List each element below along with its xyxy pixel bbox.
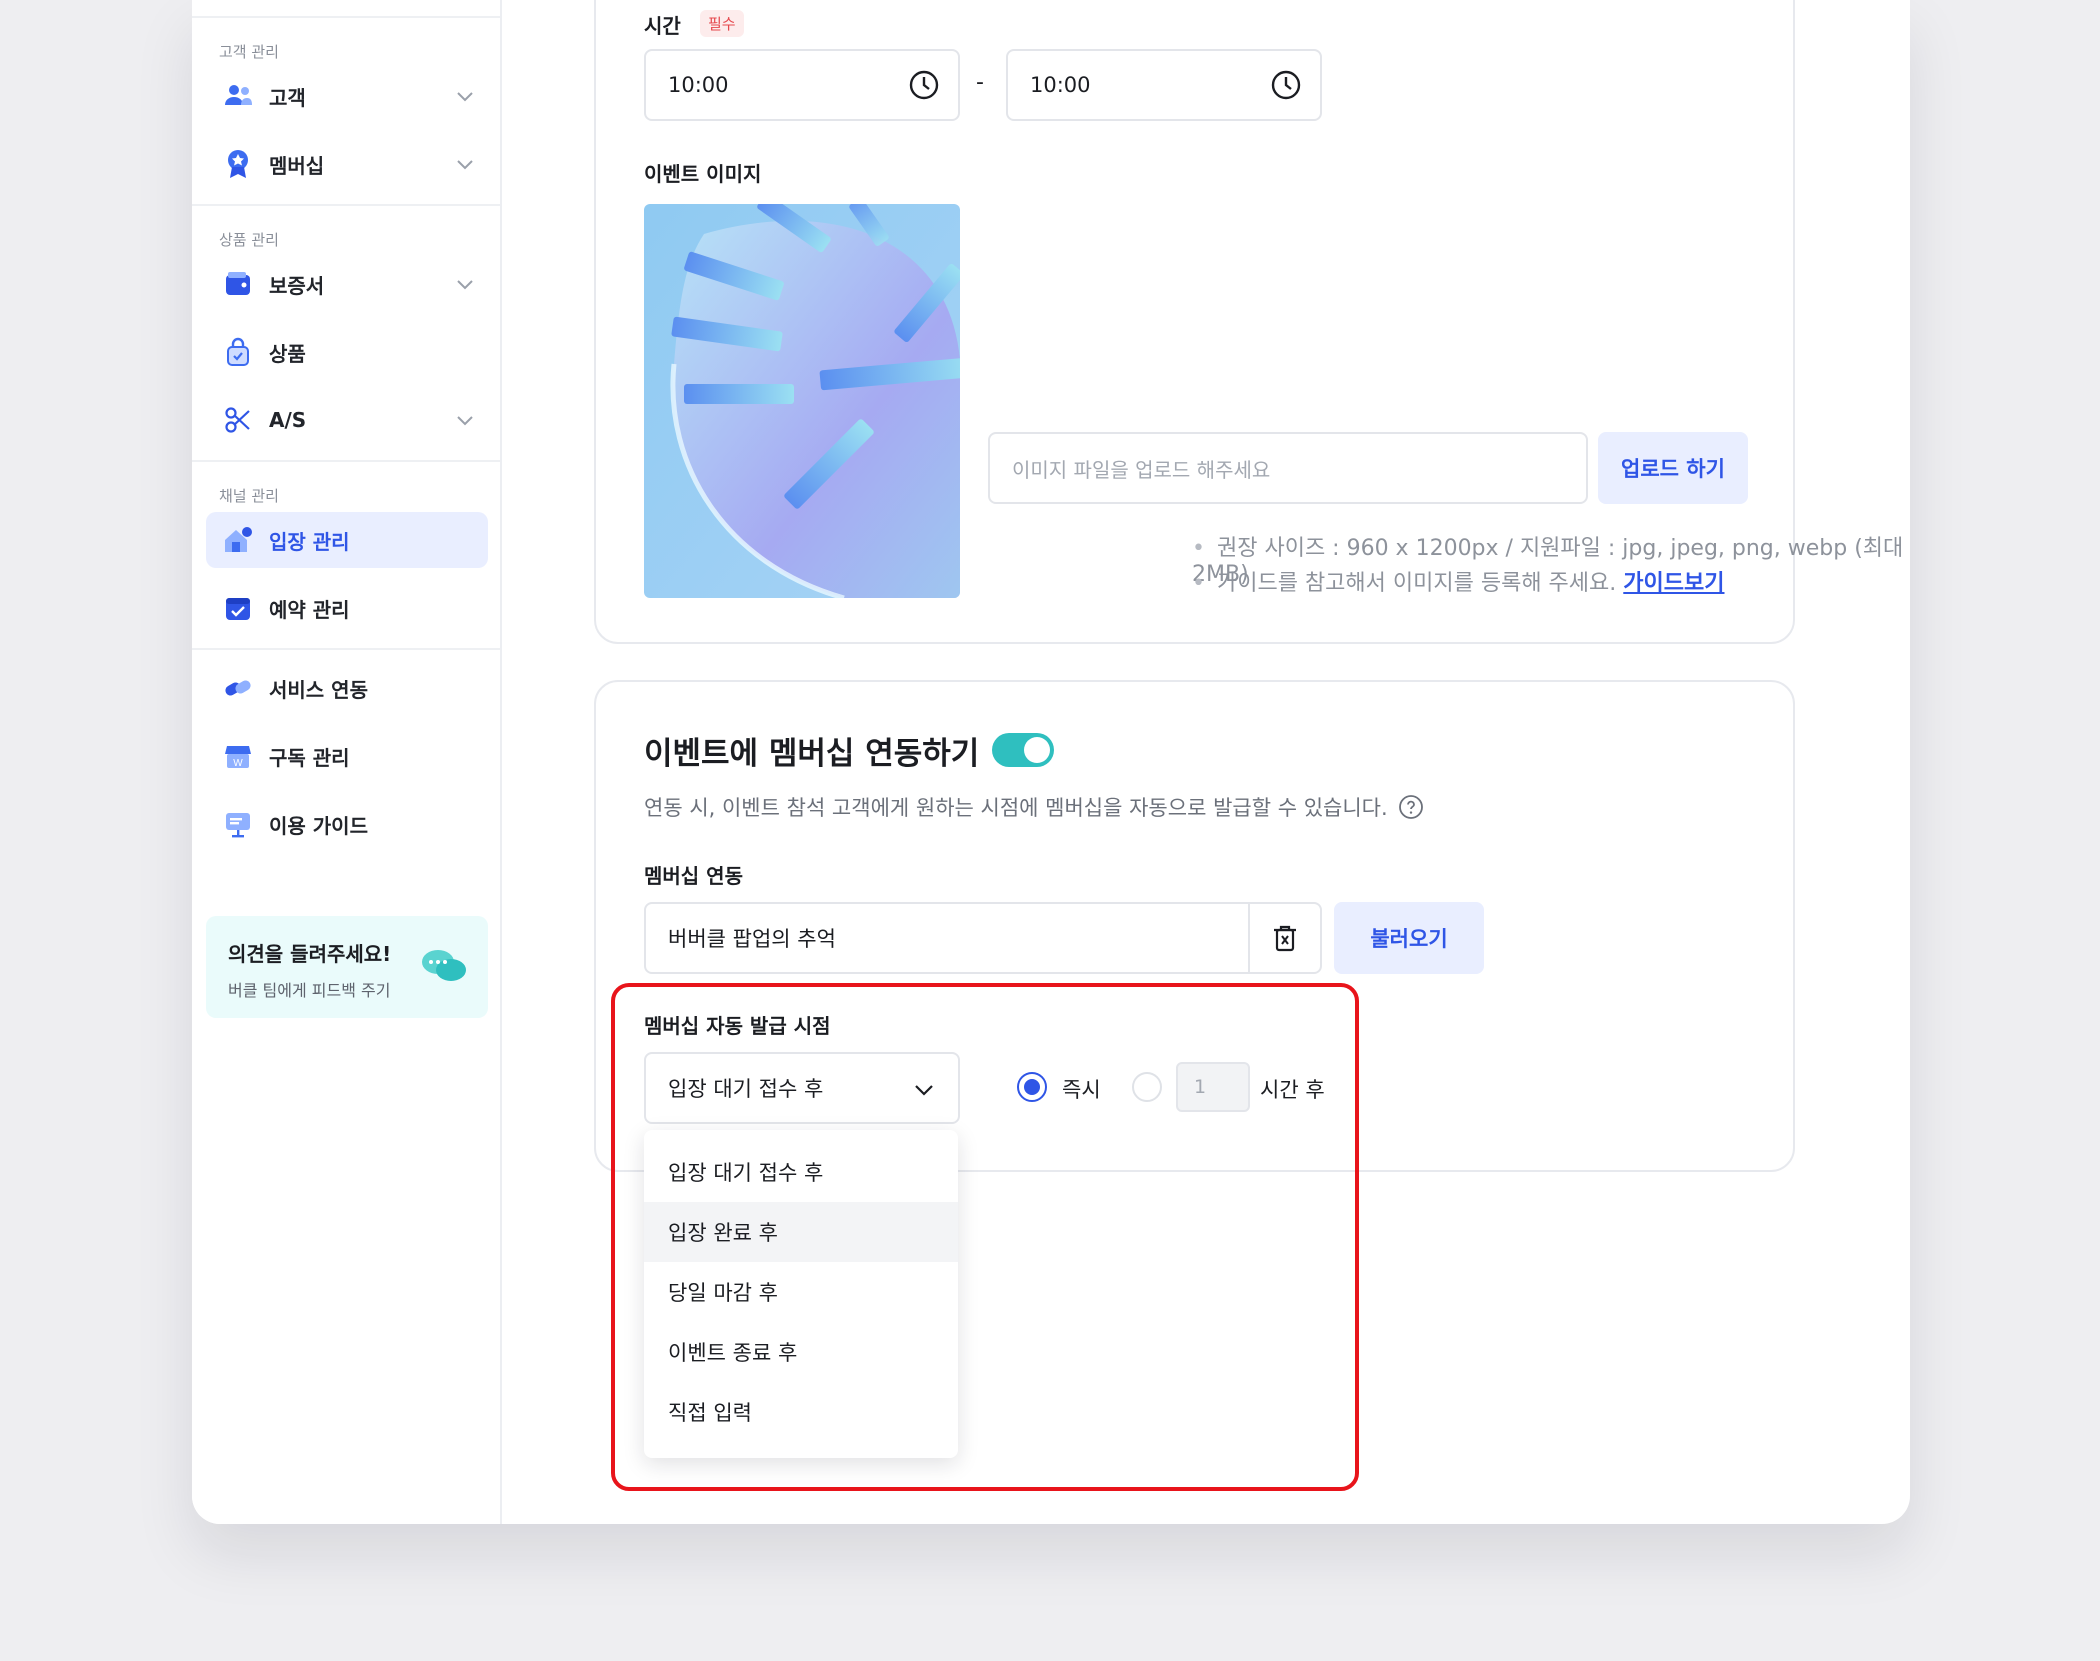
help-icon[interactable] bbox=[1398, 794, 1424, 820]
sidebar-item-service-link[interactable]: 서비스 연동 bbox=[206, 660, 488, 716]
sidebar-item-label: 구독 관리 bbox=[269, 745, 350, 770]
trash-icon bbox=[1274, 925, 1296, 952]
feedback-card[interactable]: 의견을 들려주세요! 버클 팀에게 피드백 주기 bbox=[206, 916, 488, 1018]
chevron-down-icon bbox=[457, 92, 473, 102]
dropdown-option[interactable]: 입장 대기 접수 후 bbox=[644, 1142, 958, 1202]
guide-link[interactable]: 가이드보기 bbox=[1623, 571, 1724, 596]
required-badge: 필수 bbox=[700, 10, 744, 37]
event-image-preview bbox=[644, 204, 960, 598]
store-icon: W bbox=[223, 741, 253, 771]
clock-icon bbox=[909, 70, 939, 100]
sidebar-item-entry[interactable]: 입장 관리 bbox=[206, 512, 488, 568]
dropdown-option[interactable]: 입장 완료 후 bbox=[644, 1202, 958, 1262]
sidebar-item-warranty[interactable]: 보증서 bbox=[206, 256, 488, 312]
delete-membership-button[interactable] bbox=[1248, 904, 1320, 972]
end-time-value: 10:00 bbox=[1030, 73, 1091, 97]
radio-hours-after[interactable] bbox=[1132, 1072, 1162, 1102]
sidebar-item-label: 예약 관리 bbox=[269, 597, 350, 622]
sidebar-item-label: 고객 bbox=[269, 85, 306, 110]
issue-timing-label: 멤버십 자동 발급 시점 bbox=[644, 1014, 831, 1038]
customers-icon bbox=[223, 81, 253, 111]
guide-icon bbox=[223, 809, 253, 839]
wallet-icon bbox=[223, 269, 253, 299]
issue-timing-dropdown: 입장 대기 접수 후 입장 완료 후 당일 마감 후 이벤트 종료 후 직접 입… bbox=[644, 1130, 958, 1458]
sidebar-item-label: 서비스 연동 bbox=[269, 677, 368, 702]
scissors-icon bbox=[223, 405, 253, 435]
sidebar-item-membership[interactable]: 멤버십 bbox=[206, 136, 488, 192]
calendar-icon bbox=[223, 593, 253, 623]
radio-immediate[interactable] bbox=[1017, 1072, 1047, 1102]
dropdown-option[interactable]: 당일 마감 후 bbox=[644, 1262, 958, 1322]
hours-after-label: 시간 후 bbox=[1260, 1078, 1325, 1102]
sidebar-item-label: 멤버십 bbox=[269, 153, 325, 178]
hint-guide-text: 가이드를 참고해서 이미지를 등록해 주세요. bbox=[1216, 571, 1617, 596]
time-separator: - bbox=[976, 70, 984, 95]
dropdown-option[interactable]: 직접 입력 bbox=[644, 1382, 958, 1442]
sidebar-item-label: 상품 bbox=[269, 341, 306, 366]
sidebar-item-label: 보증서 bbox=[269, 273, 325, 298]
hint-guide: • 가이드를 참고해서 이미지를 등록해 주세요. 가이드보기 bbox=[1192, 571, 1725, 596]
chevron-down-icon bbox=[457, 160, 473, 170]
sidebar-item-label: A/S bbox=[269, 408, 307, 432]
chat-bubbles-icon bbox=[422, 950, 466, 981]
membership-link-label: 멤버십 연동 bbox=[644, 864, 743, 888]
divider bbox=[192, 16, 500, 18]
sidebar-item-customers[interactable]: 고객 bbox=[206, 68, 488, 124]
membership-badge-icon bbox=[223, 149, 253, 179]
sidebar-item-label: 이용 가이드 bbox=[269, 813, 368, 838]
link-icon bbox=[223, 673, 253, 703]
sidebar-section-product: 상품 관리 bbox=[219, 231, 279, 249]
start-time-input[interactable]: 10:00 bbox=[644, 49, 960, 121]
end-time-input[interactable]: 10:00 bbox=[1006, 49, 1322, 121]
time-label: 시간 bbox=[644, 14, 681, 38]
sidebar-item-as[interactable]: A/S bbox=[206, 392, 488, 448]
divider bbox=[192, 460, 500, 462]
linked-membership-field[interactable]: 버버클 팝업의 추억 bbox=[644, 902, 1322, 974]
svg-text:W: W bbox=[233, 758, 243, 769]
chevron-down-icon bbox=[457, 280, 473, 290]
event-image-label: 이벤트 이미지 bbox=[644, 162, 762, 186]
divider bbox=[192, 204, 500, 206]
sidebar-item-label: 입장 관리 bbox=[269, 529, 350, 554]
sidebar-section-channel: 채널 관리 bbox=[219, 487, 279, 505]
start-time-value: 10:00 bbox=[668, 73, 729, 97]
membership-description: 연동 시, 이벤트 참석 고객에게 원하는 시점에 멤버십을 자동으로 발급할 … bbox=[644, 792, 1424, 822]
load-membership-button[interactable]: 불러오기 bbox=[1334, 902, 1484, 974]
issue-timing-selected: 입장 대기 접수 후 bbox=[668, 1077, 824, 1101]
toggle-knob bbox=[1024, 737, 1050, 763]
divider bbox=[192, 648, 500, 650]
issue-timing-select[interactable]: 입장 대기 접수 후 bbox=[644, 1052, 960, 1124]
sidebar-item-reservation[interactable]: 예약 관리 bbox=[206, 580, 488, 636]
shopping-bag-icon bbox=[223, 337, 253, 367]
sidebar-item-guide[interactable]: 이용 가이드 bbox=[206, 796, 488, 852]
radio-immediate-label: 즉시 bbox=[1062, 1078, 1101, 1102]
chevron-down-icon bbox=[915, 1085, 933, 1096]
house-icon bbox=[223, 525, 253, 555]
app-window: 고객 관리 고객 멤버십 상품 관리 보증서 상품 A/S 채널 관리 입장 관… bbox=[192, 0, 1910, 1524]
sidebar: 고객 관리 고객 멤버십 상품 관리 보증서 상품 A/S 채널 관리 입장 관… bbox=[192, 0, 502, 1524]
sidebar-item-subscription[interactable]: W 구독 관리 bbox=[206, 728, 488, 784]
sidebar-item-product[interactable]: 상품 bbox=[206, 324, 488, 380]
upload-button[interactable]: 업로드 하기 bbox=[1598, 432, 1748, 504]
sidebar-section-customer: 고객 관리 bbox=[219, 43, 279, 61]
chevron-down-icon bbox=[457, 416, 473, 426]
membership-description-text: 연동 시, 이벤트 참석 고객에게 원하는 시점에 멤버십을 자동으로 발급할 … bbox=[644, 796, 1388, 820]
dropdown-option[interactable]: 이벤트 종료 후 bbox=[644, 1322, 958, 1382]
hours-after-input[interactable]: 1 bbox=[1176, 1062, 1250, 1112]
linked-membership-name: 버버클 팝업의 추억 bbox=[668, 927, 836, 951]
membership-section-title: 이벤트에 멤버십 연동하기 bbox=[644, 736, 980, 772]
clock-icon bbox=[1271, 70, 1301, 100]
image-upload-input[interactable]: 이미지 파일을 업로드 해주세요 bbox=[988, 432, 1588, 504]
membership-toggle[interactable] bbox=[992, 733, 1054, 767]
